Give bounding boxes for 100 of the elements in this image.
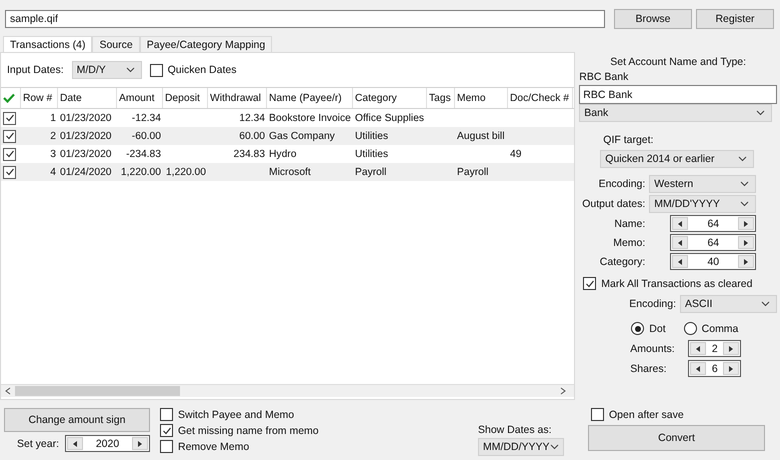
column-header[interactable]: Doc/Check # [508,88,573,108]
left-arrow-icon[interactable] [696,366,700,372]
dropdown[interactable]: Western [649,175,756,193]
scroll-right-icon[interactable] [560,387,566,395]
column-header[interactable]: Date [58,88,117,108]
scroll-thumb[interactable] [15,386,180,396]
table-row[interactable]: 4 01/24/2020 1,220.00 1,220.00 Microsoft Payroll Payroll [1,163,574,181]
column-header[interactable]: Amount [117,88,163,108]
dropdown[interactable]: ASCII [680,295,777,313]
left-arrow-icon[interactable] [73,440,78,446]
spin-box[interactable]: 6 [688,360,742,377]
table-cell-text: -60.00 [130,130,162,144]
left-arrow-icon[interactable] [696,346,700,352]
spin-value: 6 [712,362,718,374]
column-header[interactable]: Name (Payee/r) [267,88,353,108]
table-cell-text: 234.83 [232,148,266,162]
spin-box[interactable]: 2020 [65,435,150,452]
setting-label: Output dates: [581,198,646,210]
left-arrow-icon[interactable] [678,220,682,226]
column-header[interactable]: Category [353,88,427,108]
left-arrow-icon[interactable] [678,240,682,246]
spin-box[interactable]: 2 [688,340,742,357]
column-header[interactable]: Deposit [163,88,208,108]
checkbox[interactable] [150,64,163,76]
dropdown[interactable]: Bank [579,104,772,122]
change-sign-button[interactable]: Change amount sign [4,408,150,432]
scroll-left-icon[interactable] [5,387,11,395]
account-name-field[interactable]: RBC Bank [579,85,777,104]
table-cell-text: 60.00 [238,130,266,144]
checkbox[interactable] [3,130,16,142]
table-cell-text: Payroll [456,166,490,180]
table-row[interactable]: 2 01/23/2020 -60.00 60.00 Gas Company Utilities August bill [1,127,574,145]
table-cell-text: Payroll [354,166,388,180]
dropdown[interactable]: M/D/Y [72,61,142,79]
setting-label: Memo: [612,236,646,248]
account-title: Set Account Name and Type: [609,55,748,70]
table-cell-text: -12.34 [130,112,162,126]
setting-label: Category: [598,256,646,268]
spin-box[interactable]: 64 [670,215,756,232]
spin-box[interactable]: 40 [670,253,756,270]
column-header[interactable]: Row # [21,88,58,108]
dropdown[interactable]: MM/DD/YYYY [478,438,564,456]
left-arrow-icon[interactable] [678,258,682,264]
right-arrow-icon[interactable] [729,346,734,352]
caret-icon [126,67,135,73]
checkbox-label: Get missing name from memo [178,424,319,436]
table-cell-text: 3 [49,148,57,162]
dropdown[interactable]: Quicken 2014 or earlier [600,150,754,168]
setting-label: Encoding: [598,178,646,190]
right-arrow-icon[interactable] [138,440,142,446]
header-button[interactable]: Browse [614,9,692,29]
caret-icon [740,181,750,187]
tab[interactable]: Payee/Category Mapping [140,36,272,52]
table-cell-text: 4 [49,166,57,180]
checkbox[interactable] [160,440,173,453]
caret-icon [761,301,770,307]
caret-icon [756,110,766,116]
spin-value: 64 [707,218,720,230]
right-arrow-icon[interactable] [744,240,748,246]
table-cell-text: 01/23/2020 [59,148,113,162]
checkbox[interactable] [583,277,596,290]
column-header[interactable]: Tags [427,88,455,108]
table-cell-text: 01/23/2020 [59,130,113,144]
table-cell-text: Office Supplies [354,112,426,126]
checkbox[interactable] [160,408,173,421]
radio-button[interactable] [684,322,697,335]
checkbox-label: Quicken Dates [168,64,236,76]
column-header[interactable]: Withdrawal [208,88,267,108]
caret-icon [738,156,748,162]
header-button[interactable]: Register [696,9,774,29]
right-arrow-icon[interactable] [744,258,748,264]
table-cell-text: Bookstore Invoice [268,112,352,126]
checkbox[interactable] [3,166,16,178]
table-cell-text: 1,220.00 [120,166,162,180]
table-cell-text: 01/24/2020 [59,166,113,180]
radio-button[interactable] [631,322,644,335]
table-cell-text: 2 [49,130,57,144]
table-cell-text: 12.34 [238,112,266,126]
checkbox-label: Open after save [609,408,684,420]
convert-button[interactable]: Convert [588,425,765,451]
checkbox[interactable] [160,424,173,437]
table-cell-text: 1,220.00 [164,166,207,180]
encoding-label: Encoding: [629,298,676,310]
spin-value: 64 [707,236,720,248]
table-cell-text: 49 [509,148,522,162]
table-cell-text: August bill [456,130,506,144]
tab[interactable]: Source [92,36,140,52]
checkbox[interactable] [3,148,16,160]
table-cell-text: Utilities [354,130,390,144]
right-arrow-icon[interactable] [744,220,748,226]
spin-value: 2020 [96,438,120,450]
dropdown[interactable]: MM/DD'YYYY [649,195,756,213]
file-path-field[interactable]: sample.qif [5,10,605,28]
tab[interactable]: Transactions (4) [3,36,92,52]
spin-box[interactable]: 64 [670,234,756,251]
show-dates-label: Show Dates as: [478,424,553,436]
checkbox[interactable] [3,112,16,124]
right-arrow-icon[interactable] [729,366,734,372]
checkbox[interactable] [591,408,604,421]
column-header[interactable]: Memo [455,88,508,108]
